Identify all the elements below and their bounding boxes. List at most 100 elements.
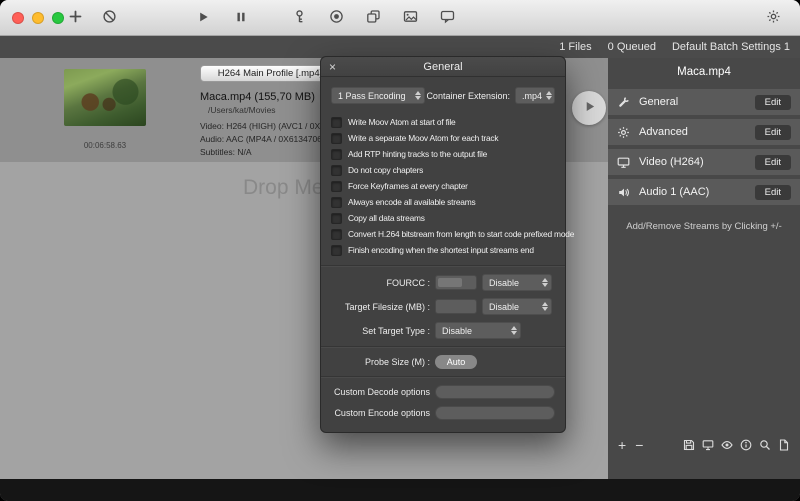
chevron-updown-icon bbox=[507, 326, 517, 335]
bottom-bar bbox=[0, 479, 800, 501]
cancel-encoding-button[interactable] bbox=[96, 6, 122, 30]
divider bbox=[321, 265, 565, 266]
info-icon[interactable] bbox=[740, 439, 752, 451]
play-icon bbox=[196, 10, 210, 27]
log-button[interactable] bbox=[434, 6, 460, 30]
target-filesize-label: Target Filesize (MB) : bbox=[331, 302, 435, 312]
sidebar-item-advanced[interactable]: Advanced Edit bbox=[608, 119, 800, 145]
pause-icon bbox=[234, 10, 248, 27]
search-icon[interactable] bbox=[759, 439, 771, 451]
settings-button[interactable] bbox=[760, 6, 786, 30]
play-icon bbox=[583, 100, 596, 116]
fourcc-input[interactable] bbox=[435, 275, 477, 290]
add-file-button[interactable] bbox=[62, 6, 88, 30]
fourcc-mode-value: Disable bbox=[489, 278, 519, 288]
display-icon[interactable] bbox=[702, 439, 714, 451]
fourcc-mode-dropdown[interactable]: Disable bbox=[482, 274, 552, 291]
checkbox-row: Copy all data streams bbox=[331, 210, 555, 226]
stream-sidebar: Maca.mp4 General Edit Advanced Edit Vide… bbox=[608, 58, 800, 479]
edit-general-button[interactable]: Edit bbox=[755, 95, 791, 110]
checkbox-row: Always encode all available streams bbox=[331, 194, 555, 210]
sidebar-item-video[interactable]: Video (H264) Edit bbox=[608, 149, 800, 175]
target-filesize-row: Target Filesize (MB) : Disable bbox=[331, 298, 555, 315]
checkbox-rtp-hinting[interactable] bbox=[331, 149, 342, 160]
edit-video-button[interactable]: Edit bbox=[755, 155, 791, 170]
checkbox-encode-all-streams[interactable] bbox=[331, 197, 342, 208]
display-icon bbox=[617, 156, 630, 169]
toolbar-transport-group bbox=[190, 6, 254, 30]
toolbar-tools-group bbox=[286, 6, 460, 30]
eye-icon[interactable] bbox=[721, 439, 733, 451]
queued-count: 0 Queued bbox=[608, 41, 656, 53]
toolbar-left-group bbox=[62, 6, 122, 30]
encoding-mode-value: 1 Pass Encoding bbox=[338, 91, 406, 101]
key-icon bbox=[292, 9, 307, 27]
checkbox-row: Add RTP hinting tracks to the output fil… bbox=[331, 146, 555, 162]
document-icon[interactable] bbox=[778, 439, 790, 451]
panel-body: 1 Pass Encoding Container Extension: .mp… bbox=[321, 77, 565, 432]
custom-decode-row: Custom Decode options bbox=[331, 385, 555, 399]
titlebar bbox=[0, 0, 800, 36]
checkbox-copy-data-streams[interactable] bbox=[331, 213, 342, 224]
add-stream-button[interactable]: + bbox=[618, 438, 626, 452]
fourcc-row: FOURCC : Disable bbox=[331, 274, 555, 291]
custom-decode-input[interactable] bbox=[435, 385, 555, 399]
record-icon bbox=[329, 9, 344, 27]
checkbox-row: Do not copy chapters bbox=[331, 162, 555, 178]
checkbox-row: Write Moov Atom at start of file bbox=[331, 114, 555, 130]
set-target-type-row: Set Target Type : Disable bbox=[331, 322, 555, 339]
close-window-button[interactable] bbox=[12, 12, 24, 24]
sidebar-item-label: General bbox=[639, 96, 746, 108]
checkbox-row: Finish encoding when the shortest input … bbox=[331, 242, 555, 258]
batch-settings-label[interactable]: Default Batch Settings 1 bbox=[672, 41, 790, 53]
preview-play-button[interactable] bbox=[572, 91, 606, 125]
edit-advanced-button[interactable]: Edit bbox=[755, 125, 791, 140]
set-target-type-dropdown[interactable]: Disable bbox=[435, 322, 521, 339]
sidebar-item-general[interactable]: General Edit bbox=[608, 89, 800, 115]
status-bar: 1 Files 0 Queued Default Batch Settings … bbox=[0, 36, 800, 58]
sidebar-rows: General Edit Advanced Edit Video (H264) … bbox=[608, 89, 800, 205]
gear-icon bbox=[766, 9, 781, 27]
edit-audio-button[interactable]: Edit bbox=[755, 185, 791, 200]
panel-titlebar[interactable]: × General bbox=[321, 57, 565, 77]
panel-title: General bbox=[423, 61, 462, 73]
checkbox-row: Convert H.264 bitstream from length to s… bbox=[331, 226, 555, 242]
pause-encoding-button[interactable] bbox=[228, 6, 254, 30]
fourcc-input-text bbox=[438, 278, 462, 287]
checkbox-finish-shortest[interactable] bbox=[331, 245, 342, 256]
checkbox-h264-bitstream[interactable] bbox=[331, 229, 342, 240]
start-encoding-button[interactable] bbox=[190, 6, 216, 30]
prohibit-icon bbox=[102, 9, 117, 27]
target-filesize-input[interactable] bbox=[435, 299, 477, 314]
container-extension-value: .mp4 bbox=[522, 91, 542, 101]
checkbox-no-chapters[interactable] bbox=[331, 165, 342, 176]
close-icon[interactable]: × bbox=[329, 57, 336, 77]
video-thumbnail bbox=[64, 69, 146, 126]
encoding-mode-dropdown[interactable]: 1 Pass Encoding bbox=[331, 87, 425, 104]
probe-size-auto-button[interactable]: Auto bbox=[435, 355, 477, 369]
remove-stream-button[interactable]: − bbox=[635, 438, 643, 452]
target-filesize-mode-dropdown[interactable]: Disable bbox=[482, 298, 552, 315]
window-controls bbox=[12, 12, 64, 24]
checkbox-moov-separate[interactable] bbox=[331, 133, 342, 144]
sidebar-toolbar: + − bbox=[608, 438, 800, 452]
speaker-icon bbox=[617, 186, 630, 199]
preview-button[interactable] bbox=[397, 6, 423, 30]
wrench-icon bbox=[617, 96, 630, 109]
save-icon[interactable] bbox=[683, 439, 695, 451]
minimize-window-button[interactable] bbox=[32, 12, 44, 24]
custom-encode-row: Custom Encode options bbox=[331, 406, 555, 420]
key-button[interactable] bbox=[286, 6, 312, 30]
general-settings-panel: × General 1 Pass Encoding Container Exte… bbox=[320, 56, 566, 433]
container-extension-dropdown[interactable]: .mp4 bbox=[515, 87, 555, 104]
preset-dropdown[interactable]: H264 Main Profile [.mp4] bbox=[200, 65, 340, 82]
sidebar-item-audio[interactable]: Audio 1 (AAC) Edit bbox=[608, 179, 800, 205]
custom-encode-input[interactable] bbox=[435, 406, 555, 420]
checkbox-moov-start[interactable] bbox=[331, 117, 342, 128]
chevron-updown-icon bbox=[542, 91, 552, 100]
plus-icon bbox=[68, 9, 83, 27]
sidebar-item-label: Audio 1 (AAC) bbox=[639, 186, 746, 198]
batch-copy-button[interactable] bbox=[360, 6, 386, 30]
checkbox-force-keyframes[interactable] bbox=[331, 181, 342, 192]
record-button[interactable] bbox=[323, 6, 349, 30]
